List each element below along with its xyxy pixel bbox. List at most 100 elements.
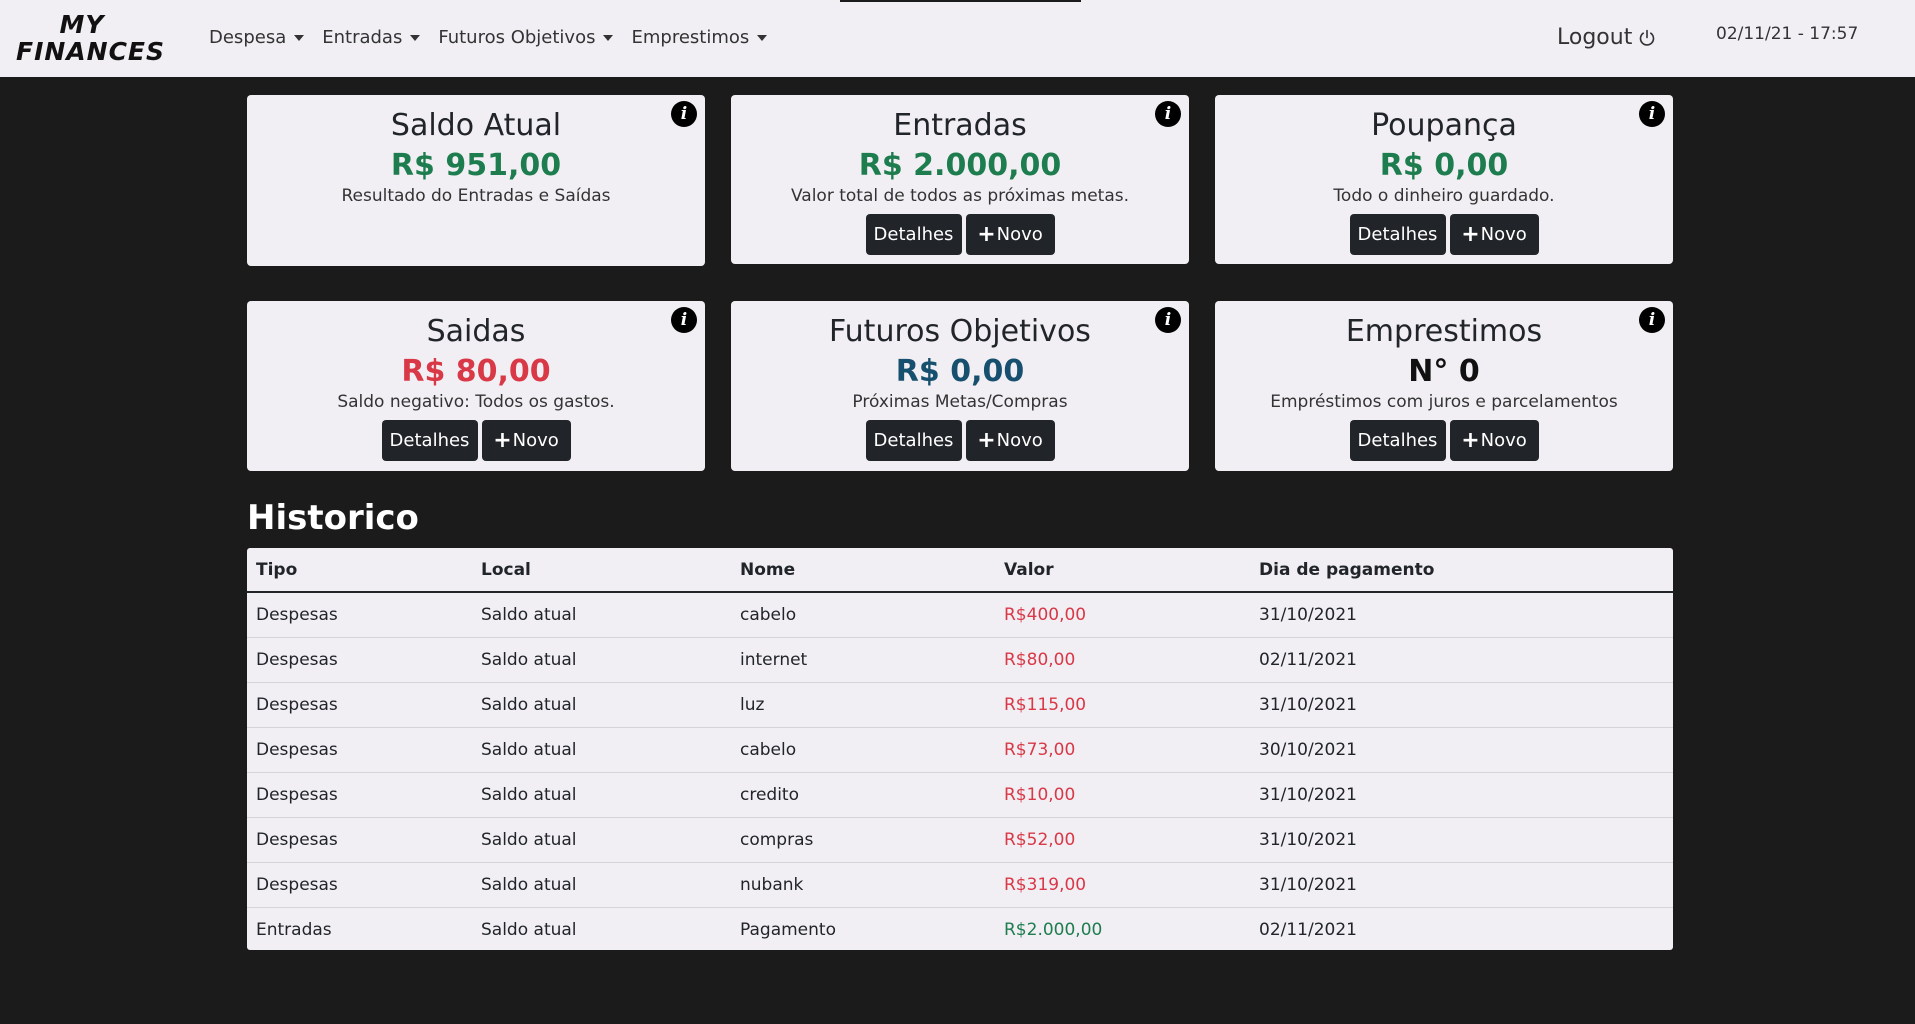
cell-dia: 02/11/2021 [1250, 637, 1673, 683]
cell-nome: internet [731, 637, 995, 683]
nav-menu: Despesa Entradas Futuros Objetivos Empre… [209, 27, 785, 48]
card-actions: Detalhes + Novo [1215, 420, 1673, 461]
new-button-label: Novo [512, 430, 559, 451]
card-value: R$ 0,00 [1379, 148, 1509, 183]
cell-dia: 31/10/2021 [1250, 772, 1673, 818]
cell-dia: 31/10/2021 [1250, 817, 1673, 863]
card-emprestimos: Emprestimos N° 0 Empréstimos com juros e… [1215, 301, 1673, 471]
plus-icon: + [1461, 427, 1480, 453]
navbar-top-accent [840, 0, 1081, 2]
cell-nome: compras [731, 817, 995, 863]
new-button[interactable]: + Novo [965, 214, 1055, 255]
historico-heading: Historico [247, 498, 419, 538]
table-row: Despesas Saldo atual compras R$52,00 31/… [247, 817, 1673, 863]
table-row: Despesas Saldo atual nubank R$319,00 31/… [247, 862, 1673, 908]
new-button[interactable]: + Novo [481, 420, 571, 461]
card-description: Todo o dinheiro guardado. [1333, 186, 1555, 206]
nav-dropdown-despesa[interactable]: Despesa [209, 27, 305, 48]
info-icon[interactable]: i [1639, 307, 1665, 333]
card-description: Próximas Metas/Compras [852, 392, 1068, 412]
logout-label: Logout [1557, 25, 1633, 50]
cell-dia: 31/10/2021 [1250, 682, 1673, 728]
plus-icon: + [977, 427, 996, 453]
cell-local: Saldo atual [472, 682, 731, 728]
table-header-row: Tipo Local Nome Valor Dia de pagamento [247, 548, 1673, 593]
cell-nome: cabelo [731, 592, 995, 638]
info-icon[interactable]: i [1155, 101, 1181, 127]
new-button[interactable]: + Novo [1449, 214, 1539, 255]
card-title: Emprestimos [1345, 314, 1543, 349]
cell-local: Saldo atual [472, 592, 731, 638]
info-icon[interactable]: i [1155, 307, 1181, 333]
card-description: Saldo negativo: Todos os gastos. [337, 392, 615, 412]
card-description: Empréstimos com juros e parcelamentos [1270, 392, 1618, 412]
plus-icon: + [977, 221, 996, 247]
current-datetime: 02/11/21 - 17:57 [1716, 24, 1859, 44]
caret-down-icon [410, 34, 421, 41]
info-icon[interactable]: i [671, 307, 697, 333]
new-button[interactable]: + Novo [965, 420, 1055, 461]
details-button[interactable]: Detalhes [1349, 214, 1446, 255]
cell-local: Saldo atual [481, 919, 577, 940]
cell-local: Saldo atual [472, 862, 731, 908]
new-button-label: Novo [1480, 430, 1527, 451]
cell-tipo: Despesas [247, 862, 472, 908]
details-button[interactable]: Detalhes [865, 214, 962, 255]
nav-dropdown-label: Despesa [209, 27, 287, 48]
table-row: Despesas Saldo atual internet R$80,00 02… [247, 637, 1673, 683]
cell-valor: R$319,00 [995, 862, 1250, 908]
table-row: Despesas Saldo atual credito R$10,00 31/… [247, 772, 1673, 818]
column-header-local: Local [472, 548, 731, 593]
details-button[interactable]: Detalhes [865, 420, 962, 461]
card-title: Poupança [1371, 108, 1517, 143]
card-value: R$ 2.000,00 [858, 148, 1062, 183]
card-description: Resultado do Entradas e Saídas [341, 186, 611, 206]
card-futuros-objetivos: Futuros Objetivos R$ 0,00 Próximas Metas… [731, 301, 1189, 471]
power-icon [1640, 29, 1655, 46]
logout-button[interactable]: Logout [1557, 25, 1656, 50]
cell-nome: luz [731, 682, 995, 728]
card-description: Valor total de todos as próximas metas. [790, 186, 1130, 206]
cell-nome: Pagamento [740, 919, 836, 940]
details-button[interactable]: Detalhes [1349, 420, 1446, 461]
card-poupanca: Poupança R$ 0,00 Todo o dinheiro guardad… [1215, 95, 1673, 264]
cell-local: Saldo atual [472, 772, 731, 818]
card-value: N° 0 [1408, 354, 1480, 389]
nav-dropdown-emprestimos[interactable]: Emprestimos [631, 27, 768, 48]
info-icon[interactable]: i [1639, 101, 1665, 127]
card-title: Saldo Atual [390, 108, 562, 143]
nav-dropdown-futuros-objetivos[interactable]: Futuros Objetivos [438, 27, 614, 48]
cell-nome: nubank [731, 862, 995, 908]
nav-dropdown-entradas[interactable]: Entradas [322, 27, 421, 48]
cell-valor: R$2.000,00 [1004, 919, 1103, 940]
card-actions: Detalhes + Novo [731, 420, 1189, 461]
new-button-label: Novo [1480, 224, 1527, 245]
card-title: Futuros Objetivos [829, 314, 1091, 349]
cell-dia: 30/10/2021 [1250, 727, 1673, 773]
cell-tipo: Despesas [247, 817, 472, 863]
plus-icon: + [1461, 221, 1480, 247]
cell-tipo: Despesas [247, 682, 472, 728]
logo-line-1: MY [59, 10, 105, 39]
card-actions: Detalhes + Novo [731, 214, 1189, 255]
app-logo[interactable]: MY FINANCES [16, 10, 164, 67]
nav-dropdown-label: Emprestimos [631, 27, 750, 48]
info-icon[interactable]: i [671, 101, 697, 127]
nav-dropdown-label: Futuros Objetivos [438, 27, 596, 48]
table-row: Despesas Saldo atual cabelo R$73,00 30/1… [247, 727, 1673, 773]
cell-tipo: Despesas [247, 772, 472, 818]
cell-valor: R$80,00 [995, 637, 1250, 683]
column-header-valor: Valor [995, 548, 1250, 593]
card-value: R$ 951,00 [390, 148, 562, 183]
historico-table: Tipo Local Nome Valor Dia de pagamento D… [247, 548, 1673, 950]
new-button-label: Novo [996, 224, 1043, 245]
cell-nome: cabelo [731, 727, 995, 773]
top-navbar: MY FINANCES Despesa Entradas Futuros Obj… [0, 0, 1915, 77]
cell-tipo: Despesas [247, 592, 472, 638]
card-actions: Detalhes + Novo [247, 420, 705, 461]
new-button[interactable]: + Novo [1449, 420, 1539, 461]
details-button[interactable]: Detalhes [381, 420, 478, 461]
table-row: Despesas Saldo atual luz R$115,00 31/10/… [247, 682, 1673, 728]
new-button-label: Novo [996, 430, 1043, 451]
column-header-nome: Nome [731, 548, 995, 593]
